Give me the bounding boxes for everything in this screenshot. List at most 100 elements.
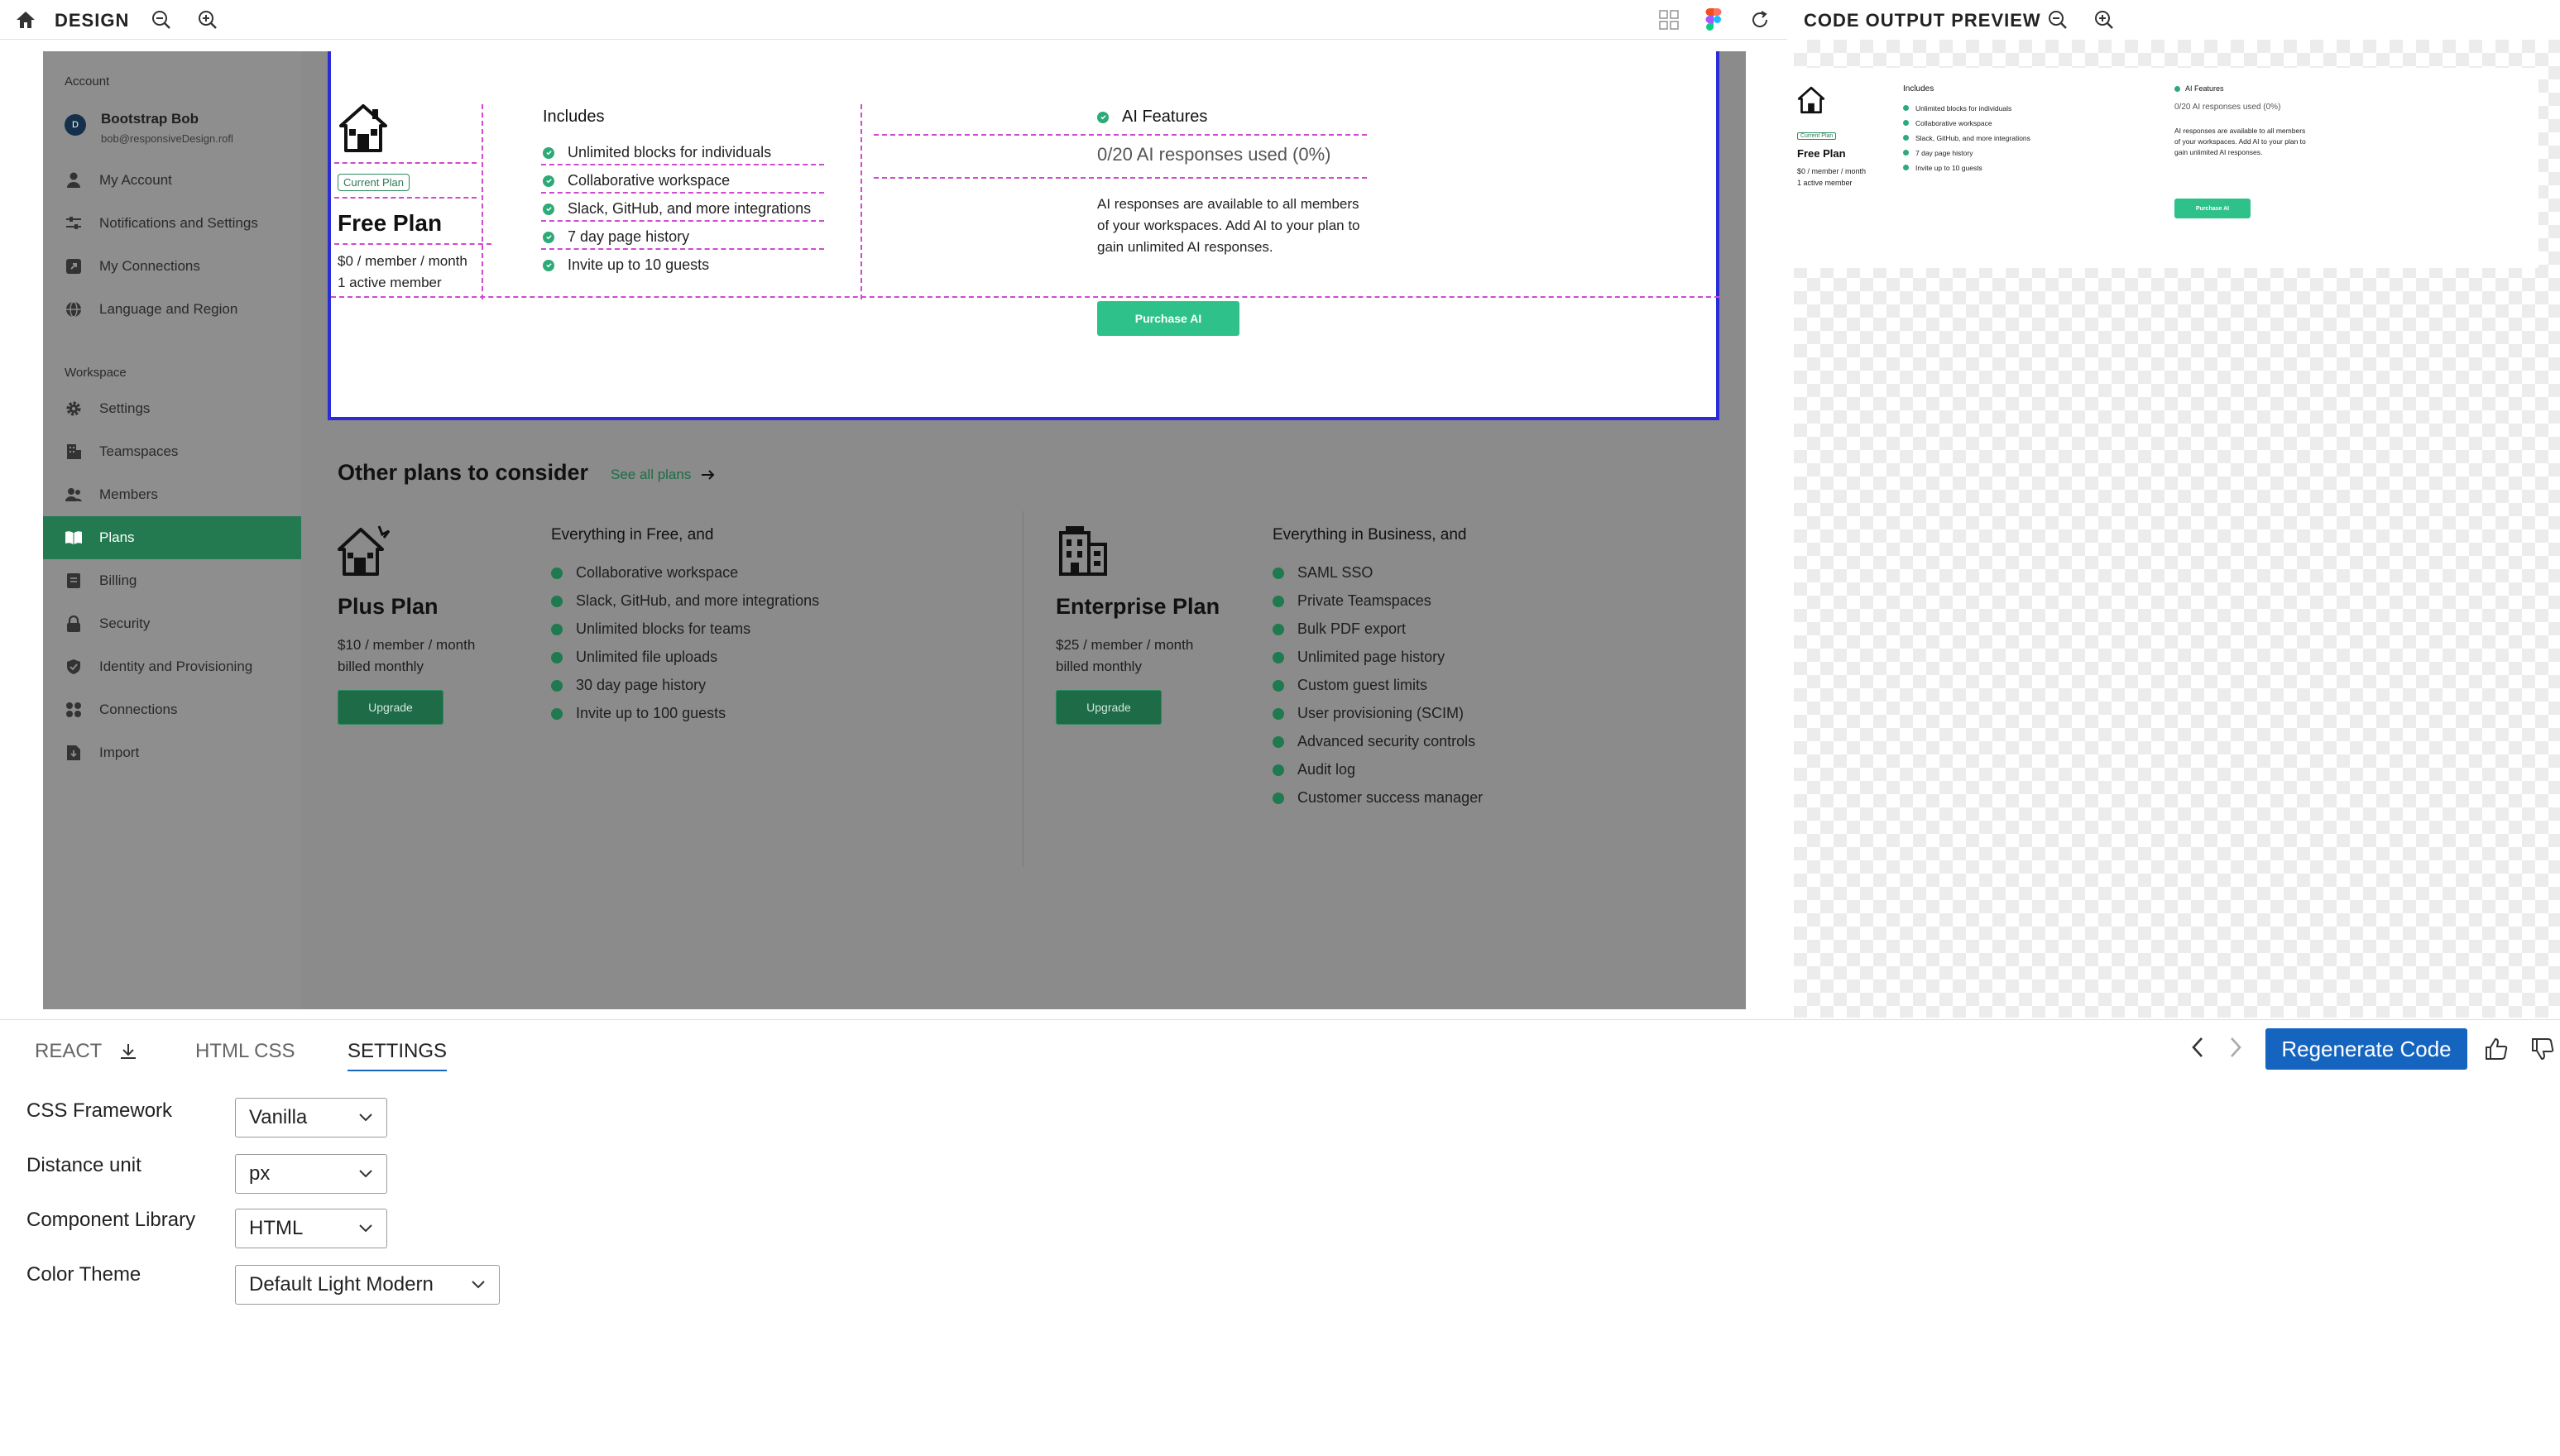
- component-library-select[interactable]: HTML: [235, 1209, 387, 1248]
- preview-feature-list: Unlimited blocks for individuals Collabo…: [1903, 101, 2030, 175]
- plus-upgrade-button[interactable]: Upgrade: [338, 690, 443, 725]
- list-item: Collaborative workspace: [543, 172, 730, 189]
- tab-html-css[interactable]: HTML CSS: [195, 1040, 295, 1063]
- sidebar-item-import[interactable]: Import: [43, 731, 301, 774]
- list-item: Customer success manager: [1273, 789, 1483, 807]
- regenerate-code-button[interactable]: Regenerate Code: [2265, 1028, 2467, 1070]
- check-icon: [543, 146, 554, 159]
- zoom-in-icon[interactable]: [194, 6, 222, 34]
- layout-guide: [541, 248, 824, 250]
- sidebar-item-label: Settings: [99, 400, 151, 416]
- current-plan-badge: Current Plan: [338, 174, 410, 191]
- download-icon[interactable]: [118, 1042, 138, 1061]
- purchase-ai-button[interactable]: Purchase AI: [2174, 199, 2251, 218]
- tab-react[interactable]: REACT: [35, 1040, 138, 1063]
- check-icon: [1273, 623, 1284, 635]
- thumbs-down-icon[interactable]: [2530, 1037, 2555, 1061]
- external-link-icon: [65, 257, 83, 275]
- enterprise-plan-price: $25 / member / month: [1056, 637, 1194, 653]
- ai-usage-text: 0/20 AI responses used (0%): [1097, 144, 1331, 165]
- house-icon: [338, 103, 389, 154]
- check-icon: [551, 707, 563, 720]
- zoom-out-icon[interactable]: [2044, 6, 2072, 34]
- chevron-left-icon[interactable]: [2188, 1035, 2208, 1060]
- sidebar-item-billing[interactable]: Billing: [43, 559, 301, 602]
- check-icon: [1273, 679, 1284, 692]
- other-plans-title: Other plans to consider: [338, 460, 589, 485]
- sidebar-item-label: Security: [99, 615, 151, 631]
- zoom-out-icon[interactable]: [147, 6, 175, 34]
- user-email: bob@responsiveDesign.rofl: [101, 132, 233, 145]
- enterprise-upgrade-button[interactable]: Upgrade: [1056, 690, 1162, 725]
- check-icon: [1273, 595, 1284, 607]
- sidebar-item-my-account[interactable]: My Account: [43, 159, 301, 202]
- preview-toolbar: CODE OUTPUT PREVIEW: [1794, 0, 2560, 40]
- figma-icon[interactable]: [1699, 6, 1728, 34]
- sidebar-item-teamspaces[interactable]: Teamspaces: [43, 430, 301, 473]
- layout-guide: [541, 192, 824, 194]
- color-theme-select[interactable]: Default Light Modern: [235, 1265, 500, 1305]
- plus-features-title: Everything in Free, and: [551, 526, 714, 544]
- layout-guide: [541, 220, 824, 222]
- list-item: 7 day page history: [543, 228, 689, 246]
- layout-guide: [874, 177, 1367, 179]
- list-item: Slack, GitHub, and more integrations: [543, 200, 811, 218]
- check-icon: [551, 567, 563, 579]
- list-item: Collaborative workspace: [551, 564, 738, 582]
- see-all-plans-link[interactable]: See all plans: [611, 467, 716, 483]
- ai-description: AI responses are available to all member…: [2174, 127, 2306, 156]
- bottom-panel: REACT HTML CSS SETTINGS Regenerate Code …: [0, 1019, 2560, 1456]
- sidebar-item-members[interactable]: Members: [43, 473, 301, 516]
- grid-view-icon[interactable]: [1655, 6, 1683, 34]
- check-icon: [1097, 111, 1109, 123]
- css-framework-select[interactable]: Vanilla: [235, 1098, 387, 1138]
- free-plan-name: Free Plan: [338, 210, 443, 236]
- list-item: Audit log: [1273, 761, 1355, 778]
- free-plan-name: Free Plan: [1797, 147, 1846, 160]
- thumbs-up-icon[interactable]: [2484, 1037, 2509, 1061]
- zoom-in-icon[interactable]: [2090, 6, 2118, 34]
- user-icon: [65, 171, 83, 189]
- avatar: D: [65, 114, 86, 136]
- check-icon: [1273, 735, 1284, 748]
- sidebar-item-plans[interactable]: Plans: [43, 516, 301, 559]
- distance-unit-select[interactable]: px: [235, 1154, 387, 1194]
- sidebar-item-language[interactable]: Language and Region: [43, 288, 301, 331]
- sidebar-item-identity[interactable]: Identity and Provisioning: [43, 645, 301, 688]
- check-icon: [1273, 567, 1284, 579]
- sidebar-item-connections[interactable]: Connections: [43, 688, 301, 731]
- includes-title: Includes: [543, 108, 605, 126]
- billing-icon: [65, 572, 83, 590]
- preview-render: Current Plan Free Plan $0 / member / mon…: [1794, 68, 2538, 268]
- list-item: SAML SSO: [1273, 564, 1373, 582]
- tab-settings[interactable]: SETTINGS: [348, 1040, 448, 1071]
- list-item: Custom guest limits: [1273, 677, 1427, 694]
- layout-guide: [874, 134, 1367, 136]
- sidebar-item-my-connections[interactable]: My Connections: [43, 245, 301, 288]
- current-plan-frame[interactable]: Current Plan Free Plan $0 / member / mon…: [328, 51, 1719, 420]
- free-plan-price: $0 / member / month: [338, 253, 467, 269]
- chevron-right-icon[interactable]: [2226, 1035, 2246, 1060]
- sidebar-item-settings[interactable]: Settings: [43, 387, 301, 430]
- sidebar-item-label: My Account: [99, 172, 172, 188]
- sidebar-item-notifications[interactable]: Notifications and Settings: [43, 202, 301, 245]
- sidebar-item-label: Connections: [99, 702, 178, 717]
- building-icon: [65, 443, 83, 461]
- sidebar-item-label: Plans: [99, 529, 135, 545]
- refresh-icon[interactable]: [1746, 6, 1774, 34]
- list-item: Invite up to 100 guests: [551, 705, 726, 722]
- sidebar-item-label: Identity and Provisioning: [99, 659, 253, 674]
- sidebar-item-label: Members: [99, 486, 158, 502]
- list-item: Advanced security controls: [1273, 733, 1475, 750]
- purchase-ai-button[interactable]: Purchase AI: [1097, 301, 1239, 336]
- sliders-icon: [65, 214, 83, 232]
- gear-icon: [65, 400, 83, 418]
- distance-unit-label: Distance unit: [26, 1154, 141, 1176]
- check-icon: [1273, 651, 1284, 663]
- settings-sidebar: Account D Bootstrap Bob bob@responsiveDe…: [43, 51, 301, 1009]
- sidebar-item-security[interactable]: Security: [43, 602, 301, 645]
- check-icon: [1273, 707, 1284, 720]
- free-plan-members: 1 active member: [338, 275, 442, 290]
- code-output-preview[interactable]: Current Plan Free Plan $0 / member / mon…: [1794, 40, 2560, 1018]
- home-icon[interactable]: [12, 6, 40, 34]
